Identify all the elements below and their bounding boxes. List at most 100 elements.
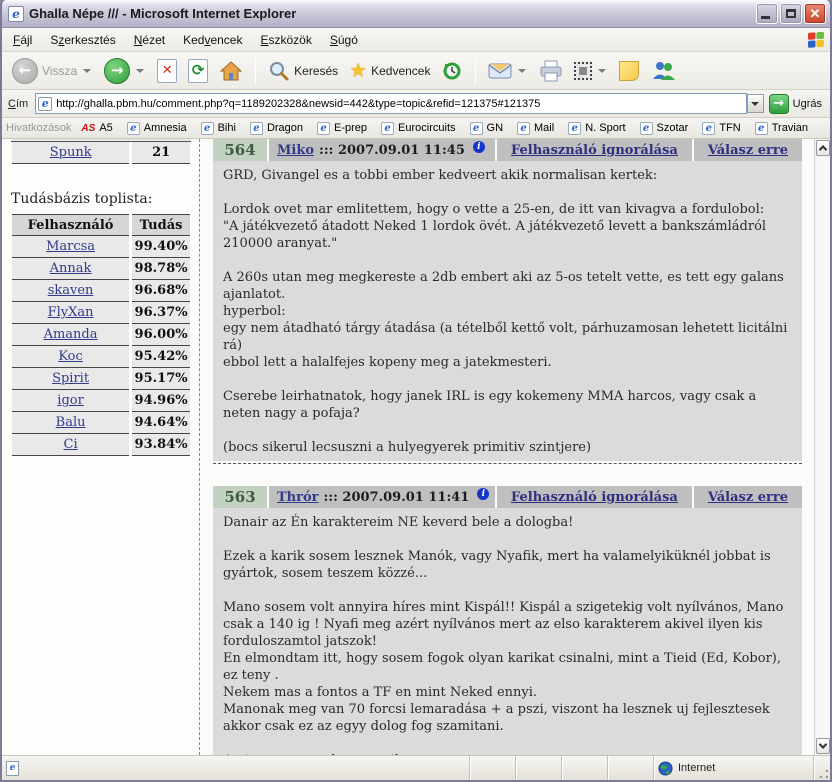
ie-favicon: e bbox=[568, 122, 581, 135]
links-bar-item-mail[interactable]: e Mail bbox=[517, 122, 554, 135]
menu-f-jl[interactable]: Fájl bbox=[4, 30, 41, 50]
address-url[interactable]: http://ghalla.pbm.hu/comment.php?q=11892… bbox=[56, 98, 743, 110]
go-button[interactable]: → Ugrás bbox=[769, 94, 826, 114]
go-arrow-icon: → bbox=[769, 94, 789, 114]
toplist-row: skaven 96.68% bbox=[12, 280, 190, 302]
user-link[interactable]: Balu bbox=[56, 415, 86, 430]
user-score: 95.17% bbox=[132, 368, 190, 390]
globe-icon bbox=[658, 761, 673, 776]
author-link[interactable]: Thrór bbox=[277, 490, 319, 505]
forward-button[interactable]: → bbox=[100, 56, 150, 86]
address-input[interactable]: e http://ghalla.pbm.hu/comment.php?q=118… bbox=[35, 93, 746, 114]
user-link[interactable]: FlyXan bbox=[48, 305, 94, 320]
maximize-button[interactable] bbox=[780, 3, 802, 24]
links-bar-item-amnesia[interactable]: e Amnesia bbox=[127, 122, 187, 135]
security-zone-pane: Internet bbox=[654, 756, 814, 780]
post-header: 563 Thrór ::: 2007.09.01 11:41 i Felhasz… bbox=[213, 486, 802, 508]
stop-icon: ✕ bbox=[157, 59, 177, 83]
ignore-user-link[interactable]: Felhasználó ignorálása bbox=[511, 490, 678, 505]
mail-button[interactable] bbox=[484, 60, 532, 82]
table-row: Spunk 21 bbox=[12, 142, 190, 164]
user-link[interactable]: skaven bbox=[48, 283, 94, 298]
forum-thread: 564 Miko ::: 2007.09.01 11:45 i Felhaszn… bbox=[200, 139, 814, 755]
info-icon[interactable]: i bbox=[477, 488, 489, 500]
links-bar-item-dragon[interactable]: e Dragon bbox=[250, 122, 303, 135]
menu-szerkeszt-s[interactable]: Szerkesztés bbox=[41, 30, 124, 50]
history-button[interactable] bbox=[437, 58, 467, 84]
close-button[interactable]: ✕ bbox=[804, 3, 826, 24]
messenger-button[interactable] bbox=[646, 59, 680, 83]
discuss-button[interactable] bbox=[615, 59, 643, 83]
messenger-people-icon bbox=[650, 61, 676, 81]
toplist-row: Marcsa 99.40% bbox=[12, 236, 190, 258]
menu-n-zet[interactable]: Nézet bbox=[125, 30, 174, 50]
user-score: 94.64% bbox=[132, 412, 190, 434]
ie-favicon: e bbox=[38, 97, 52, 111]
print-button[interactable] bbox=[535, 58, 567, 84]
ignore-user-link[interactable]: Felhasználó ignorálása bbox=[511, 143, 678, 158]
reply-link[interactable]: Válasz erre bbox=[708, 490, 788, 505]
author-link[interactable]: Miko bbox=[277, 143, 314, 158]
menu-bar: FájlSzerkesztésNézetKedvencekEszközökSúg… bbox=[2, 28, 830, 52]
back-dropdown-icon[interactable] bbox=[83, 69, 91, 73]
reply-link[interactable]: Válasz erre bbox=[708, 143, 788, 158]
user-score: 96.68% bbox=[132, 280, 190, 302]
links-bar-item-e-prep[interactable]: e E-prep bbox=[317, 122, 367, 135]
vertical-scrollbar[interactable] bbox=[814, 139, 830, 755]
scroll-up-button[interactable] bbox=[816, 140, 830, 156]
menu-s-g[interactable]: Súgó bbox=[321, 30, 367, 50]
links-bar-item-a5[interactable]: AS A5 bbox=[81, 122, 112, 135]
post-number: 563 bbox=[213, 486, 267, 508]
title-bar[interactable]: e Ghalla Népe /// - Microsoft Internet E… bbox=[2, 0, 830, 28]
user-link[interactable]: Koc bbox=[58, 349, 82, 364]
links-bar-item-n-sport[interactable]: e N. Sport bbox=[568, 122, 625, 135]
refresh-button[interactable]: ⟳ bbox=[184, 57, 212, 85]
user-link[interactable]: Ci bbox=[64, 437, 78, 452]
post-paragraph: (bocs sikerul lecsuszni a hulyegyerek pr… bbox=[223, 439, 792, 456]
menu-eszk-z-k[interactable]: Eszközök bbox=[251, 30, 320, 50]
edit-dropdown-icon[interactable] bbox=[598, 69, 606, 73]
post-paragraph: Ezek a karik sosem lesznek Manók, vagy N… bbox=[223, 548, 792, 582]
links-bar-item-eurocircuits[interactable]: e Eurocircuits bbox=[381, 122, 455, 135]
edit-button[interactable] bbox=[570, 60, 612, 82]
favorites-button[interactable]: ★ Kedvencek bbox=[345, 56, 434, 85]
toolbar-separator bbox=[255, 57, 256, 85]
toplist-table: Felhasználó Tudás Marcsa 99.40% Annak 98… bbox=[9, 214, 193, 456]
user-link[interactable]: Amanda bbox=[44, 327, 98, 342]
links-bar-item-tfn[interactable]: e TFN bbox=[702, 122, 740, 135]
links-bar-label: Hivatkozások bbox=[6, 122, 71, 134]
toplist-row: Koc 95.42% bbox=[12, 346, 190, 368]
user-link[interactable]: Spirit bbox=[52, 371, 89, 386]
post-header: 564 Miko ::: 2007.09.01 11:45 i Felhaszn… bbox=[213, 139, 802, 161]
scroll-down-button[interactable] bbox=[816, 738, 830, 754]
address-dropdown-button[interactable] bbox=[747, 94, 764, 113]
mail-dropdown-icon[interactable] bbox=[518, 69, 526, 73]
spunk-table: Spunk 21 bbox=[9, 142, 193, 164]
menu-kedvencek[interactable]: Kedvencek bbox=[174, 30, 251, 50]
resize-grip[interactable] bbox=[814, 756, 830, 780]
minimize-button[interactable] bbox=[756, 3, 778, 24]
ie-favicon: e bbox=[702, 122, 715, 135]
links-bar-item-szotar[interactable]: e Szotar bbox=[640, 122, 689, 135]
back-button[interactable]: ← Vissza bbox=[8, 56, 97, 86]
post-paragraph: Lordok ovet mar emlitettem, hogy o vette… bbox=[223, 201, 792, 252]
address-label: Cím bbox=[6, 98, 30, 110]
home-button[interactable] bbox=[215, 57, 247, 85]
forward-dropdown-icon[interactable] bbox=[136, 69, 144, 73]
standard-toolbar: ← Vissza → ✕ ⟳ bbox=[2, 52, 830, 90]
post-body: Danair az Én karaktereim NE keverd bele … bbox=[213, 508, 802, 755]
ie-favicon: e bbox=[381, 122, 394, 135]
history-icon bbox=[441, 60, 463, 82]
user-link[interactable]: Marcsa bbox=[46, 239, 95, 254]
stop-button[interactable]: ✕ bbox=[153, 57, 181, 85]
user-link[interactable]: igor bbox=[57, 393, 84, 408]
post-paragraph: Cserebe leirhatnatok, hogy janek IRL is … bbox=[223, 388, 792, 422]
search-button[interactable]: Keresés bbox=[264, 58, 342, 84]
user-link[interactable]: Annak bbox=[50, 261, 92, 276]
links-bar-item-gn[interactable]: e GN bbox=[470, 122, 504, 135]
user-link[interactable]: Spunk bbox=[50, 145, 92, 160]
info-icon[interactable]: i bbox=[473, 141, 485, 153]
links-bar-item-travian[interactable]: e Travian bbox=[755, 122, 808, 135]
links-bar-item-bihi[interactable]: e Bihi bbox=[201, 122, 236, 135]
ie-favicon: e bbox=[755, 122, 768, 135]
